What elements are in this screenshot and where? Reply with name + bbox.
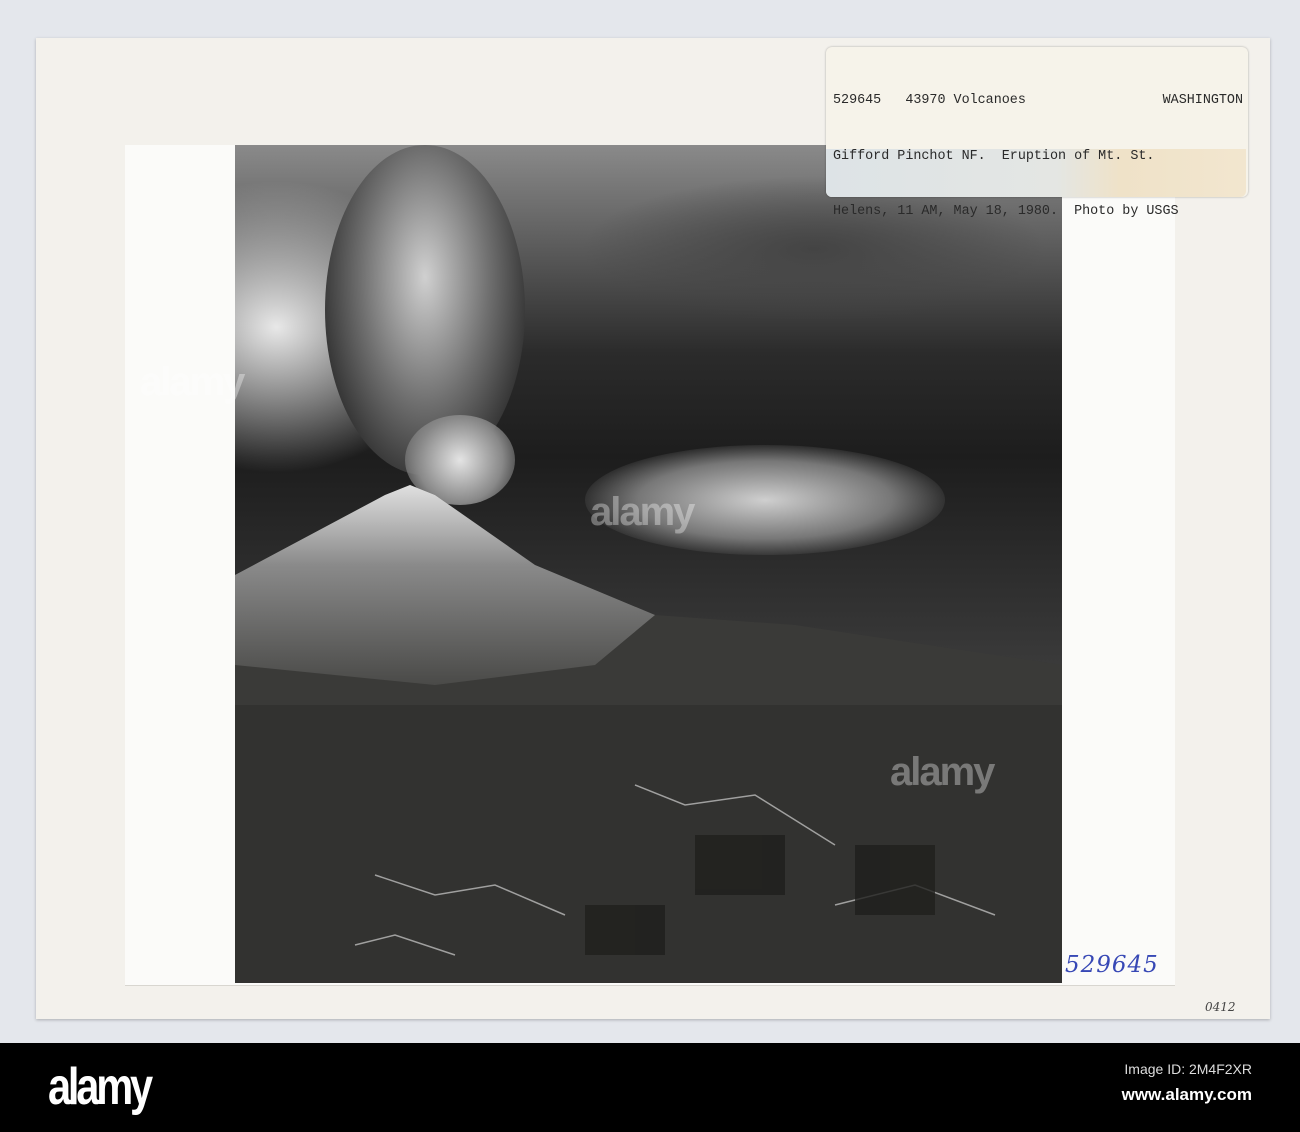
mountain-landscape xyxy=(235,485,1062,983)
alamy-logo: alamy xyxy=(48,1058,153,1116)
watermark: alamy xyxy=(590,490,695,534)
watermark: alamy xyxy=(140,360,245,404)
watermark: alamy xyxy=(890,750,995,794)
state-name: WASHINGTON xyxy=(1162,93,1243,108)
catalog-label: 529645 43970 Volcanoes WASHINGTON Gifford… xyxy=(826,47,1248,219)
corner-code: 0412 xyxy=(1205,1000,1236,1014)
image-id: Image ID: 2M4F2XR xyxy=(1124,1061,1252,1077)
site-url: www.alamy.com xyxy=(1121,1085,1252,1104)
handwritten-catalog-number: 529645 xyxy=(1065,952,1159,978)
series-name: 43970 Volcanoes xyxy=(905,93,1026,108)
caption-line-2: Gifford Pinchot NF. Eruption of Mt. St. xyxy=(833,148,1155,164)
catalog-number: 529645 xyxy=(833,93,882,108)
caption-line-3: Helens, 11 AM, May 18, 1980. Photo by US… xyxy=(833,204,1179,219)
watermark-bar: alamy Image ID: 2M4F2XR www.alamy.com xyxy=(0,1043,1300,1132)
eruption-photo xyxy=(235,145,1062,983)
